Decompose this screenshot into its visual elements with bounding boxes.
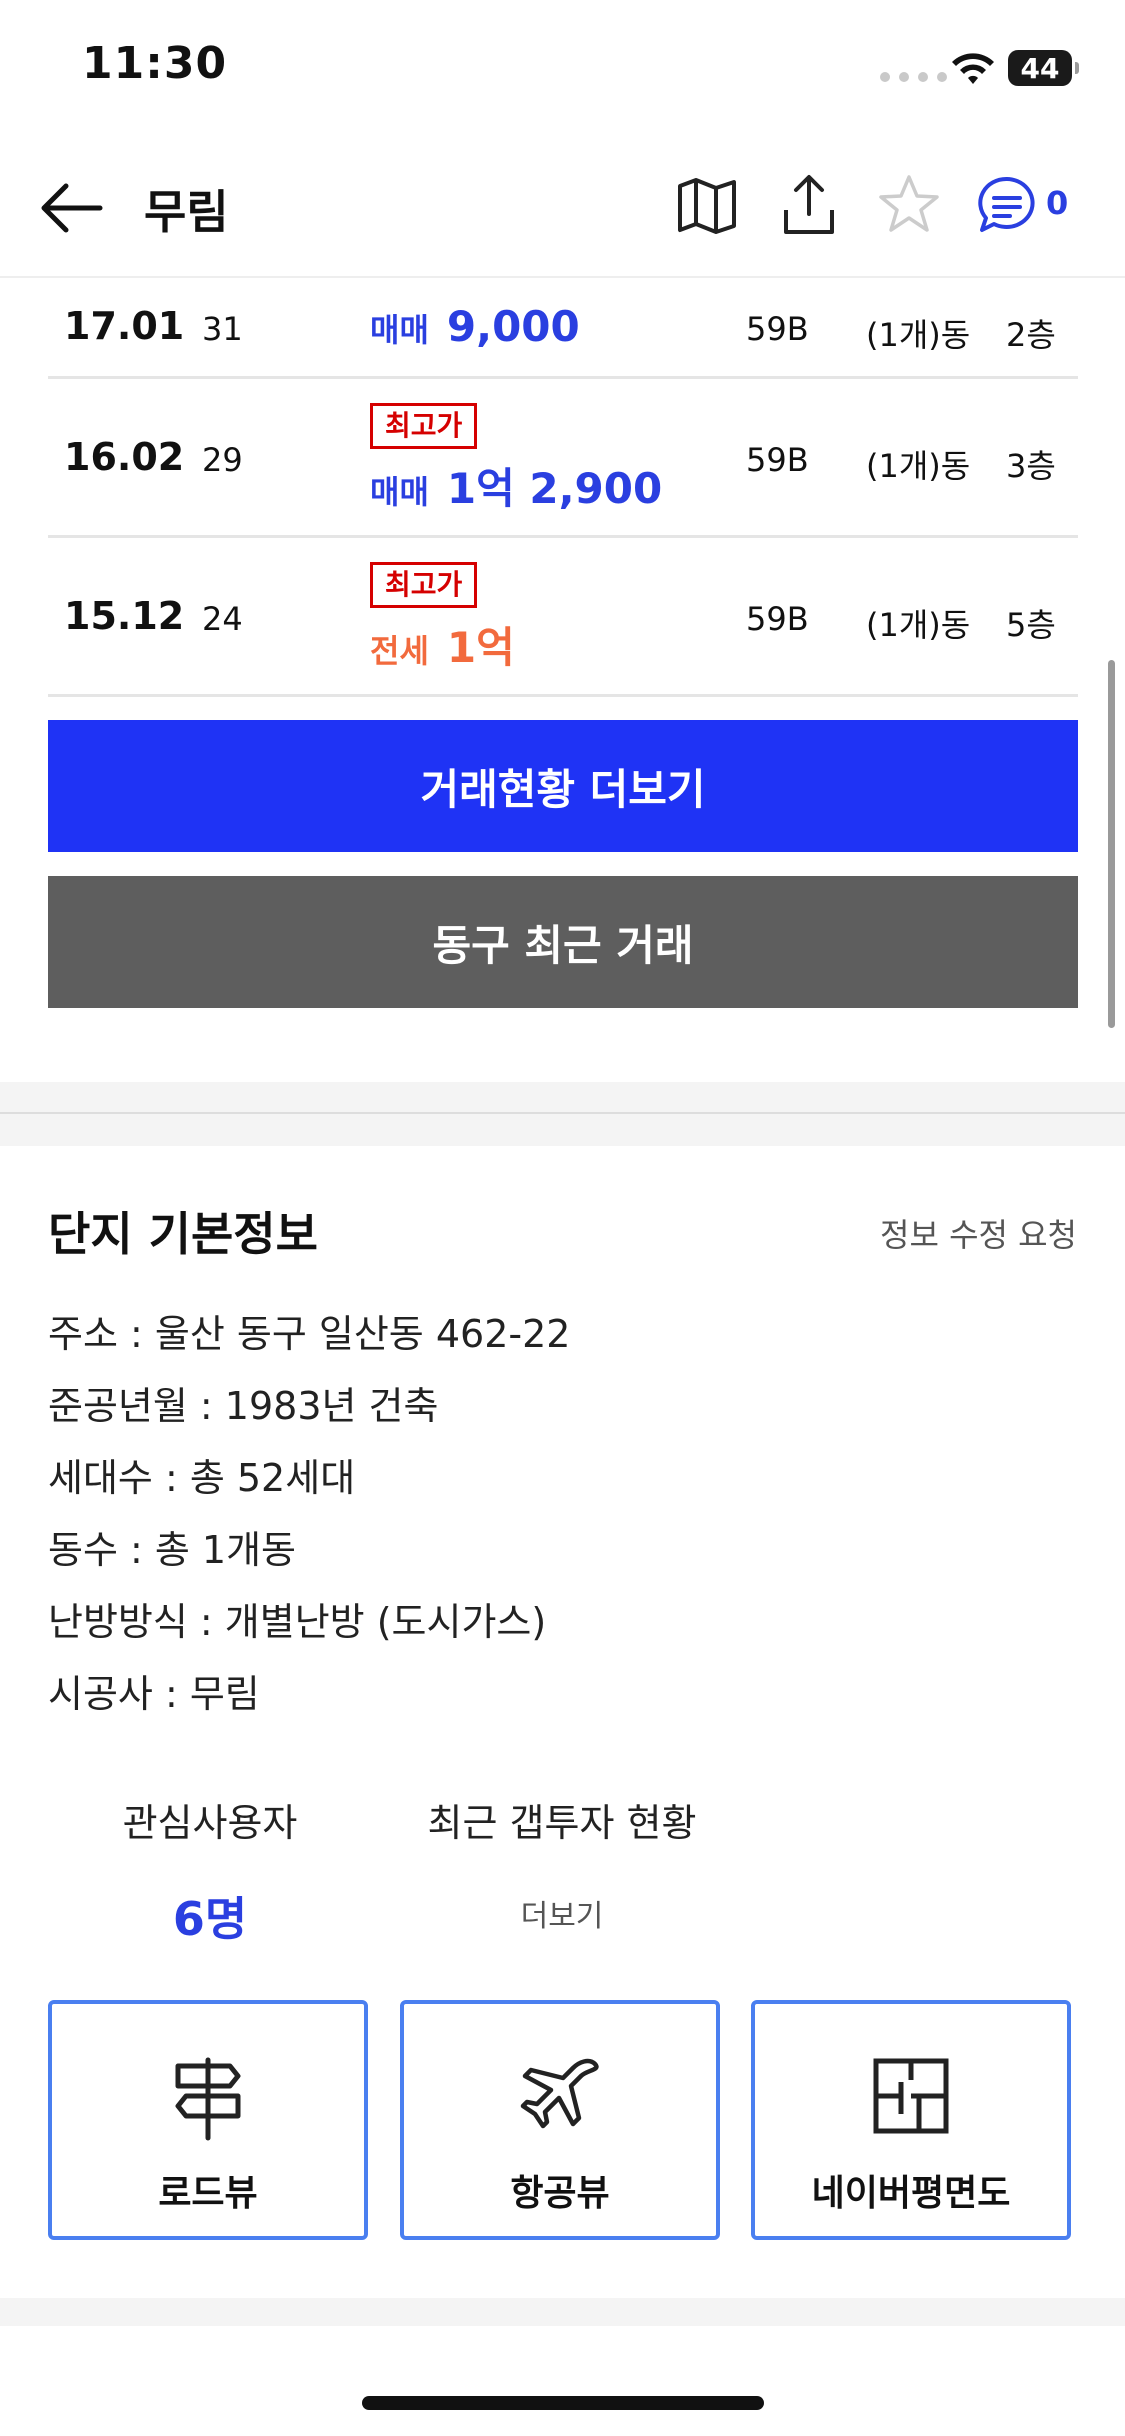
wifi-icon [952, 53, 994, 84]
trade-row[interactable]: 16.02 29 최고가 매매 1억 2,900 59B (1개)동 3층 [48, 379, 1078, 538]
trade-price: 최고가 전세 1억 [370, 562, 515, 675]
trade-date: 16.02 [64, 435, 185, 479]
map-icon[interactable] [672, 170, 742, 240]
trade-floor: 5층 [1006, 606, 1056, 644]
edit-request-link[interactable]: 정보 수정 요청 [880, 1210, 1077, 1256]
trade-area: 59B [746, 600, 809, 638]
trade-table: 17.01 31 매매 9,000 59B (1개)동 2층 16.02 29 최… [48, 278, 1078, 697]
battery-level: 44 [1020, 51, 1060, 85]
trade-type: 매매 [370, 473, 429, 511]
share-icon[interactable] [774, 170, 844, 240]
section-divider [0, 1082, 1125, 1146]
trade-row[interactable]: 17.01 31 매매 9,000 59B (1개)동 2층 [48, 278, 1078, 379]
district-recent-trades-button[interactable]: 동구 최근 거래 [48, 876, 1078, 1008]
trade-count: 24 [202, 600, 243, 638]
trade-dong: (1개)동 [866, 606, 971, 644]
page-title: 무림 [144, 185, 229, 239]
scrollbar[interactable] [1108, 660, 1115, 1028]
aerial-view-button[interactable]: 항공뷰 [400, 2000, 720, 2240]
interest-users-stat: 관심사용자 6명 [90, 1792, 330, 1949]
trade-value: 1억 2,900 [446, 464, 663, 513]
trade-dong: (1개)동 [866, 316, 971, 354]
trade-floor: 2층 [1006, 316, 1056, 354]
info-completion: 준공년월 : 1983년 건축 [48, 1384, 439, 1428]
interest-users-value: 6명 [172, 1892, 248, 1946]
info-builder: 시공사 : 무림 [48, 1672, 260, 1716]
trade-dong: (1개)동 [866, 447, 971, 485]
road-view-button[interactable]: 로드뷰 [48, 2000, 368, 2240]
interest-users-label: 관심사용자 [122, 1801, 298, 1845]
trade-type: 전세 [370, 632, 429, 670]
gap-investment-label: 최근 갭투자 현황 [427, 1801, 697, 1845]
signpost-icon [175, 2057, 241, 2141]
trade-price: 최고가 매매 1억 2,900 [370, 403, 662, 516]
bottom-divider [0, 2298, 1125, 2326]
trade-count: 31 [202, 310, 243, 348]
info-list: 주소 : 울산 동구 일산동 462-22 준공년월 : 1983년 건축 세대… [48, 1298, 570, 1730]
trade-row[interactable]: 15.12 24 최고가 전세 1억 59B (1개)동 5층 [48, 538, 1078, 697]
trade-value: 9,000 [446, 302, 580, 351]
section-divider-line [0, 1112, 1125, 1114]
status-bar: 11:30 44 [0, 0, 1125, 120]
cellular-signal-icon [880, 72, 947, 82]
trade-count: 29 [202, 441, 243, 479]
more-trades-button[interactable]: 거래현황 더보기 [48, 720, 1078, 852]
gap-investment-stat: 최근 갭투자 현황 더보기 [412, 1792, 712, 1935]
info-households: 세대수 : 총 52세대 [48, 1456, 356, 1500]
trade-value: 1억 [446, 623, 515, 672]
trade-type: 매매 [370, 311, 429, 349]
info-section-title: 단지 기본정보 [48, 1207, 318, 1261]
nav-bar: 무림 0 [0, 140, 1125, 278]
trade-floor: 3층 [1006, 447, 1056, 485]
highest-price-badge: 최고가 [370, 562, 478, 608]
floorplan-label: 네이버평면도 [811, 2173, 1011, 2214]
back-arrow-icon[interactable] [38, 178, 104, 238]
airplane-icon [520, 2058, 599, 2129]
info-address: 주소 : 울산 동구 일산동 462-22 [48, 1312, 571, 1356]
road-view-label: 로드뷰 [158, 2173, 258, 2214]
info-buildings: 동수 : 총 1개동 [48, 1528, 297, 1572]
floorplan-icon [873, 2058, 949, 2134]
trade-price: 매매 9,000 [370, 302, 580, 351]
chat-icon[interactable] [972, 170, 1042, 240]
info-heating: 난방방식 : 개별난방 (도시가스) [48, 1600, 547, 1644]
trade-date: 17.01 [64, 304, 185, 348]
aerial-view-label: 항공뷰 [510, 2173, 610, 2214]
home-indicator[interactable] [362, 2396, 764, 2410]
highest-price-badge: 최고가 [370, 403, 478, 449]
floorplan-button[interactable]: 네이버평면도 [751, 2000, 1071, 2240]
battery-icon: 44 [1008, 50, 1079, 86]
chat-count: 0 [1046, 184, 1069, 222]
gap-investment-more-link[interactable]: 더보기 [412, 1891, 712, 1935]
trade-area: 59B [746, 441, 809, 479]
status-time: 11:30 [82, 38, 228, 89]
star-icon[interactable] [874, 170, 944, 240]
trade-area: 59B [746, 310, 809, 348]
trade-date: 15.12 [64, 594, 185, 638]
